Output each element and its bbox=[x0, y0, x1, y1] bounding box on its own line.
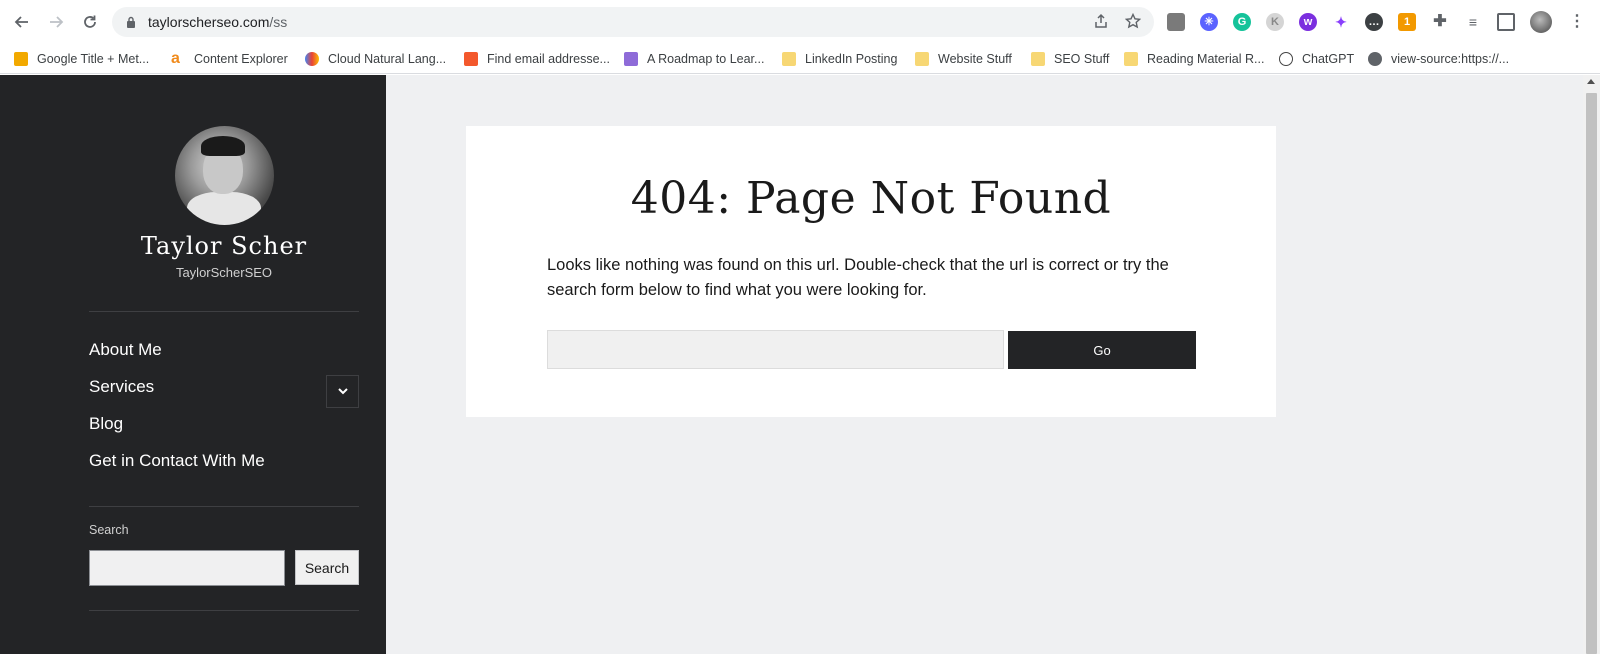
sidebar: Taylor Scher TaylorScherSEO About Me Ser… bbox=[0, 75, 386, 654]
avatar[interactable] bbox=[175, 126, 274, 225]
hunter-icon bbox=[464, 52, 478, 66]
folder-icon bbox=[782, 52, 796, 66]
bookmark-item[interactable]: A Roadmap to Lear... bbox=[624, 50, 764, 68]
share-icon[interactable] bbox=[1092, 13, 1110, 31]
bookmarks-bar: Google Title + Met... a Content Explorer … bbox=[0, 44, 1600, 74]
browser-toolbar: taylorscherseo.com/ss ✳ G K w ✦ … 1 ✚ ≡ … bbox=[0, 0, 1600, 44]
extension-w-icon[interactable]: w bbox=[1299, 13, 1317, 31]
bookmark-item[interactable]: Google Title + Met... bbox=[14, 50, 149, 68]
extension-chat-icon[interactable]: … bbox=[1365, 13, 1383, 31]
bookmark-item[interactable]: Website Stuff bbox=[915, 50, 1012, 68]
ls-icon bbox=[624, 52, 638, 66]
sidebar-search-input[interactable] bbox=[89, 550, 285, 586]
page-title: 404: Page Not Found bbox=[630, 173, 1112, 224]
not-found-message: Looks like nothing was found on this url… bbox=[547, 256, 1169, 299]
services-submenu-toggle[interactable] bbox=[326, 375, 359, 408]
not-found-card: 404: Page Not Found Looks like nothing w… bbox=[466, 126, 1276, 417]
bookmark-item[interactable]: view-source:https://... bbox=[1368, 50, 1509, 68]
bookmark-star-icon[interactable] bbox=[1124, 12, 1142, 31]
side-panel-icon[interactable] bbox=[1497, 13, 1515, 31]
chatgpt-icon bbox=[1279, 52, 1293, 66]
chevron-down-icon bbox=[337, 388, 348, 395]
extensions-puzzle-icon[interactable]: ✚ bbox=[1431, 13, 1449, 31]
profile-avatar[interactable] bbox=[1530, 11, 1552, 33]
address-bar[interactable]: taylorscherseo.com/ss bbox=[112, 7, 1154, 37]
not-found-search-input[interactable] bbox=[547, 330, 1004, 369]
page-scrollbar[interactable] bbox=[1583, 75, 1600, 654]
divider bbox=[89, 610, 359, 611]
scroll-up-arrow-icon[interactable] bbox=[1587, 79, 1595, 84]
menu-kebab-icon[interactable]: ⋮ bbox=[1568, 13, 1586, 31]
lock-icon bbox=[127, 16, 135, 28]
divider bbox=[89, 311, 359, 312]
ttm-icon bbox=[14, 52, 28, 66]
bookmark-item[interactable]: Cloud Natural Lang... bbox=[305, 50, 446, 68]
nav-item-services[interactable]: Services bbox=[89, 377, 154, 397]
nav-item-blog[interactable]: Blog bbox=[89, 414, 123, 434]
bookmark-item[interactable]: SEO Stuff bbox=[1031, 50, 1109, 68]
url-text: taylorscherseo.com/ss bbox=[148, 14, 288, 30]
nav-item-about-me[interactable]: About Me bbox=[89, 340, 162, 360]
extension-icon-2[interactable]: ✳ bbox=[1200, 13, 1218, 31]
extension-icon-1[interactable] bbox=[1167, 13, 1185, 31]
bookmark-item[interactable]: ChatGPT bbox=[1279, 50, 1354, 68]
bookmark-item[interactable]: Reading Material R... bbox=[1124, 50, 1264, 68]
back-icon[interactable] bbox=[10, 10, 34, 34]
scroll-thumb[interactable] bbox=[1586, 93, 1597, 654]
site-tagline: TaylorScherSEO bbox=[175, 265, 273, 280]
bookmark-item[interactable]: a Content Explorer bbox=[171, 50, 288, 68]
folder-icon bbox=[915, 52, 929, 66]
reload-icon[interactable] bbox=[78, 10, 102, 34]
bookmark-item[interactable]: LinkedIn Posting bbox=[782, 50, 897, 68]
grammarly-icon[interactable]: G bbox=[1233, 13, 1251, 31]
sparkle-icon[interactable]: ✦ bbox=[1332, 13, 1350, 31]
amazon-extension-icon[interactable]: 1 bbox=[1398, 13, 1416, 31]
folder-icon bbox=[1124, 52, 1138, 66]
bookmark-item[interactable]: Find email addresse... bbox=[464, 50, 610, 68]
forward-icon[interactable] bbox=[44, 10, 68, 34]
main-content: 404: Page Not Found Looks like nothing w… bbox=[386, 75, 1583, 654]
extension-k-icon[interactable]: K bbox=[1266, 13, 1284, 31]
google-cloud-icon bbox=[305, 52, 319, 66]
media-queue-icon[interactable]: ≡ bbox=[1464, 13, 1482, 31]
go-button[interactable]: Go bbox=[1008, 331, 1196, 369]
search-label: Search bbox=[89, 523, 129, 537]
folder-icon bbox=[1031, 52, 1045, 66]
globe-icon bbox=[1368, 52, 1382, 66]
site-title[interactable]: Taylor Scher bbox=[0, 232, 448, 260]
ahrefs-icon: a bbox=[171, 51, 185, 67]
divider bbox=[89, 506, 359, 507]
sidebar-search-button[interactable]: Search bbox=[295, 550, 359, 585]
nav-item-contact[interactable]: Get in Contact With Me bbox=[89, 451, 265, 471]
